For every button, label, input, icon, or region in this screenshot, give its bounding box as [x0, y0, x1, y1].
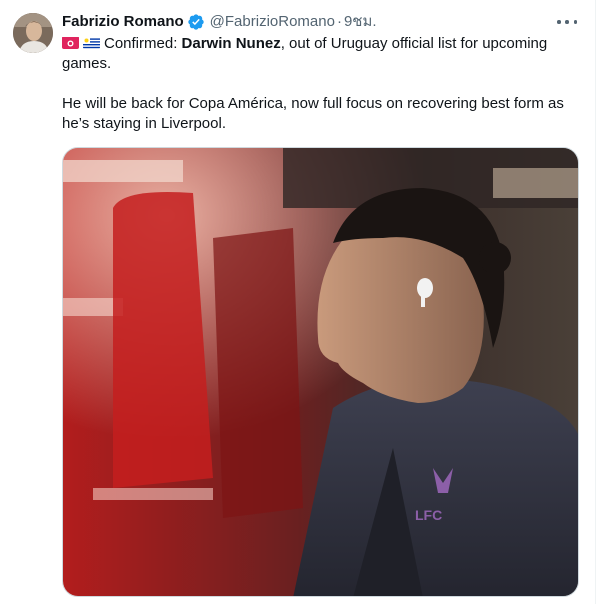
sun-flag-icon — [62, 36, 79, 49]
tweet-text: Confirmed: Darwin Nunez, out of Uruguay … — [62, 34, 582, 134]
uruguay-flag-icon — [83, 36, 100, 49]
timestamp[interactable]: 9ชม. — [344, 12, 377, 32]
lfc-logo-text: LFC — [415, 507, 442, 523]
verified-badge-icon — [187, 13, 205, 31]
author-handle[interactable]: @FabrizioRomano — [210, 12, 335, 32]
confirmed-label: Confirmed: — [104, 35, 182, 52]
avatar[interactable] — [13, 13, 53, 53]
tweet-line-2: He will be back for Copa América, now fu… — [62, 95, 564, 132]
tweet-card[interactable]: Fabrizio Romano @FabrizioRomano · 9ชม. C… — [0, 0, 596, 604]
author-name[interactable]: Fabrizio Romano — [62, 12, 184, 32]
more-options-icon[interactable] — [557, 12, 577, 32]
tweet-line-1: Confirmed: Darwin Nunez, out of Uruguay … — [62, 34, 582, 74]
tweet-image[interactable]: LFC — [62, 147, 579, 597]
separator-dot: · — [336, 13, 342, 30]
tweet-header: Fabrizio Romano @FabrizioRomano · 9ชม. — [62, 12, 377, 32]
player-name: Darwin Nunez — [181, 35, 281, 52]
